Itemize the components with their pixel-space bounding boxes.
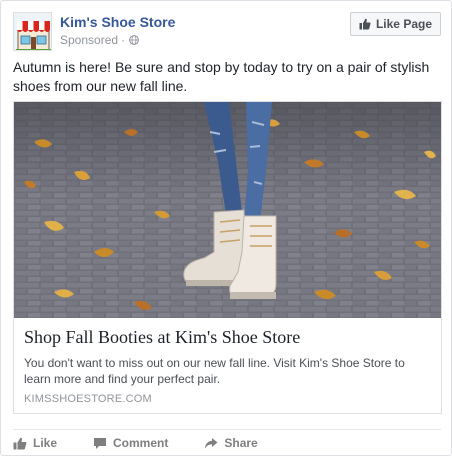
link-attachment[interactable]: Shop Fall Booties at Kim's Shoe Store Yo… — [13, 101, 442, 414]
post-message: Autumn is here! Be sure and stop by toda… — [13, 59, 430, 94]
like-action-button[interactable]: Like — [13, 436, 57, 450]
boots-photo[interactable] — [14, 102, 441, 318]
actions-divider — [13, 429, 441, 430]
comment-action-button[interactable]: Comment — [93, 436, 168, 450]
sponsored-post-card: Kim's Shoe Store Sponsored · Like Page A… — [0, 0, 452, 456]
link-domain: KIMSSHOESTORE.COM — [24, 393, 152, 405]
page-name-link[interactable]: Kim's Shoe Store — [60, 14, 175, 30]
like-page-button[interactable]: Like Page — [349, 12, 441, 36]
like-action-label: Like — [33, 436, 58, 450]
post-actions: Like Comment Share — [13, 433, 313, 453]
like-page-label: Like Page — [375, 17, 432, 31]
sponsored-row: Sponsored · — [60, 33, 139, 47]
separator-dot: · — [121, 33, 126, 47]
post-header: Kim's Shoe Store Sponsored · Like Page — [13, 12, 441, 52]
thumbs-up-icon — [13, 437, 27, 449]
link-title[interactable]: Shop Fall Booties at Kim's Shoe Store — [24, 327, 300, 348]
sponsored-label[interactable]: Sponsored — [60, 33, 118, 47]
comment-icon — [94, 437, 107, 449]
boots-on-pavement-image — [14, 102, 441, 318]
share-action-label: Share — [224, 436, 258, 450]
comment-action-label: Comment — [113, 436, 169, 450]
page-avatar[interactable] — [13, 12, 52, 51]
share-icon — [205, 437, 218, 448]
link-info[interactable]: Shop Fall Booties at Kim's Shoe Store Yo… — [14, 318, 441, 413]
thumbs-up-icon — [359, 18, 371, 30]
share-action-button[interactable]: Share — [204, 436, 258, 450]
link-description: You don't want to miss out on our new fa… — [24, 356, 405, 386]
storefront-icon — [14, 13, 51, 50]
globe-icon[interactable] — [129, 35, 139, 45]
